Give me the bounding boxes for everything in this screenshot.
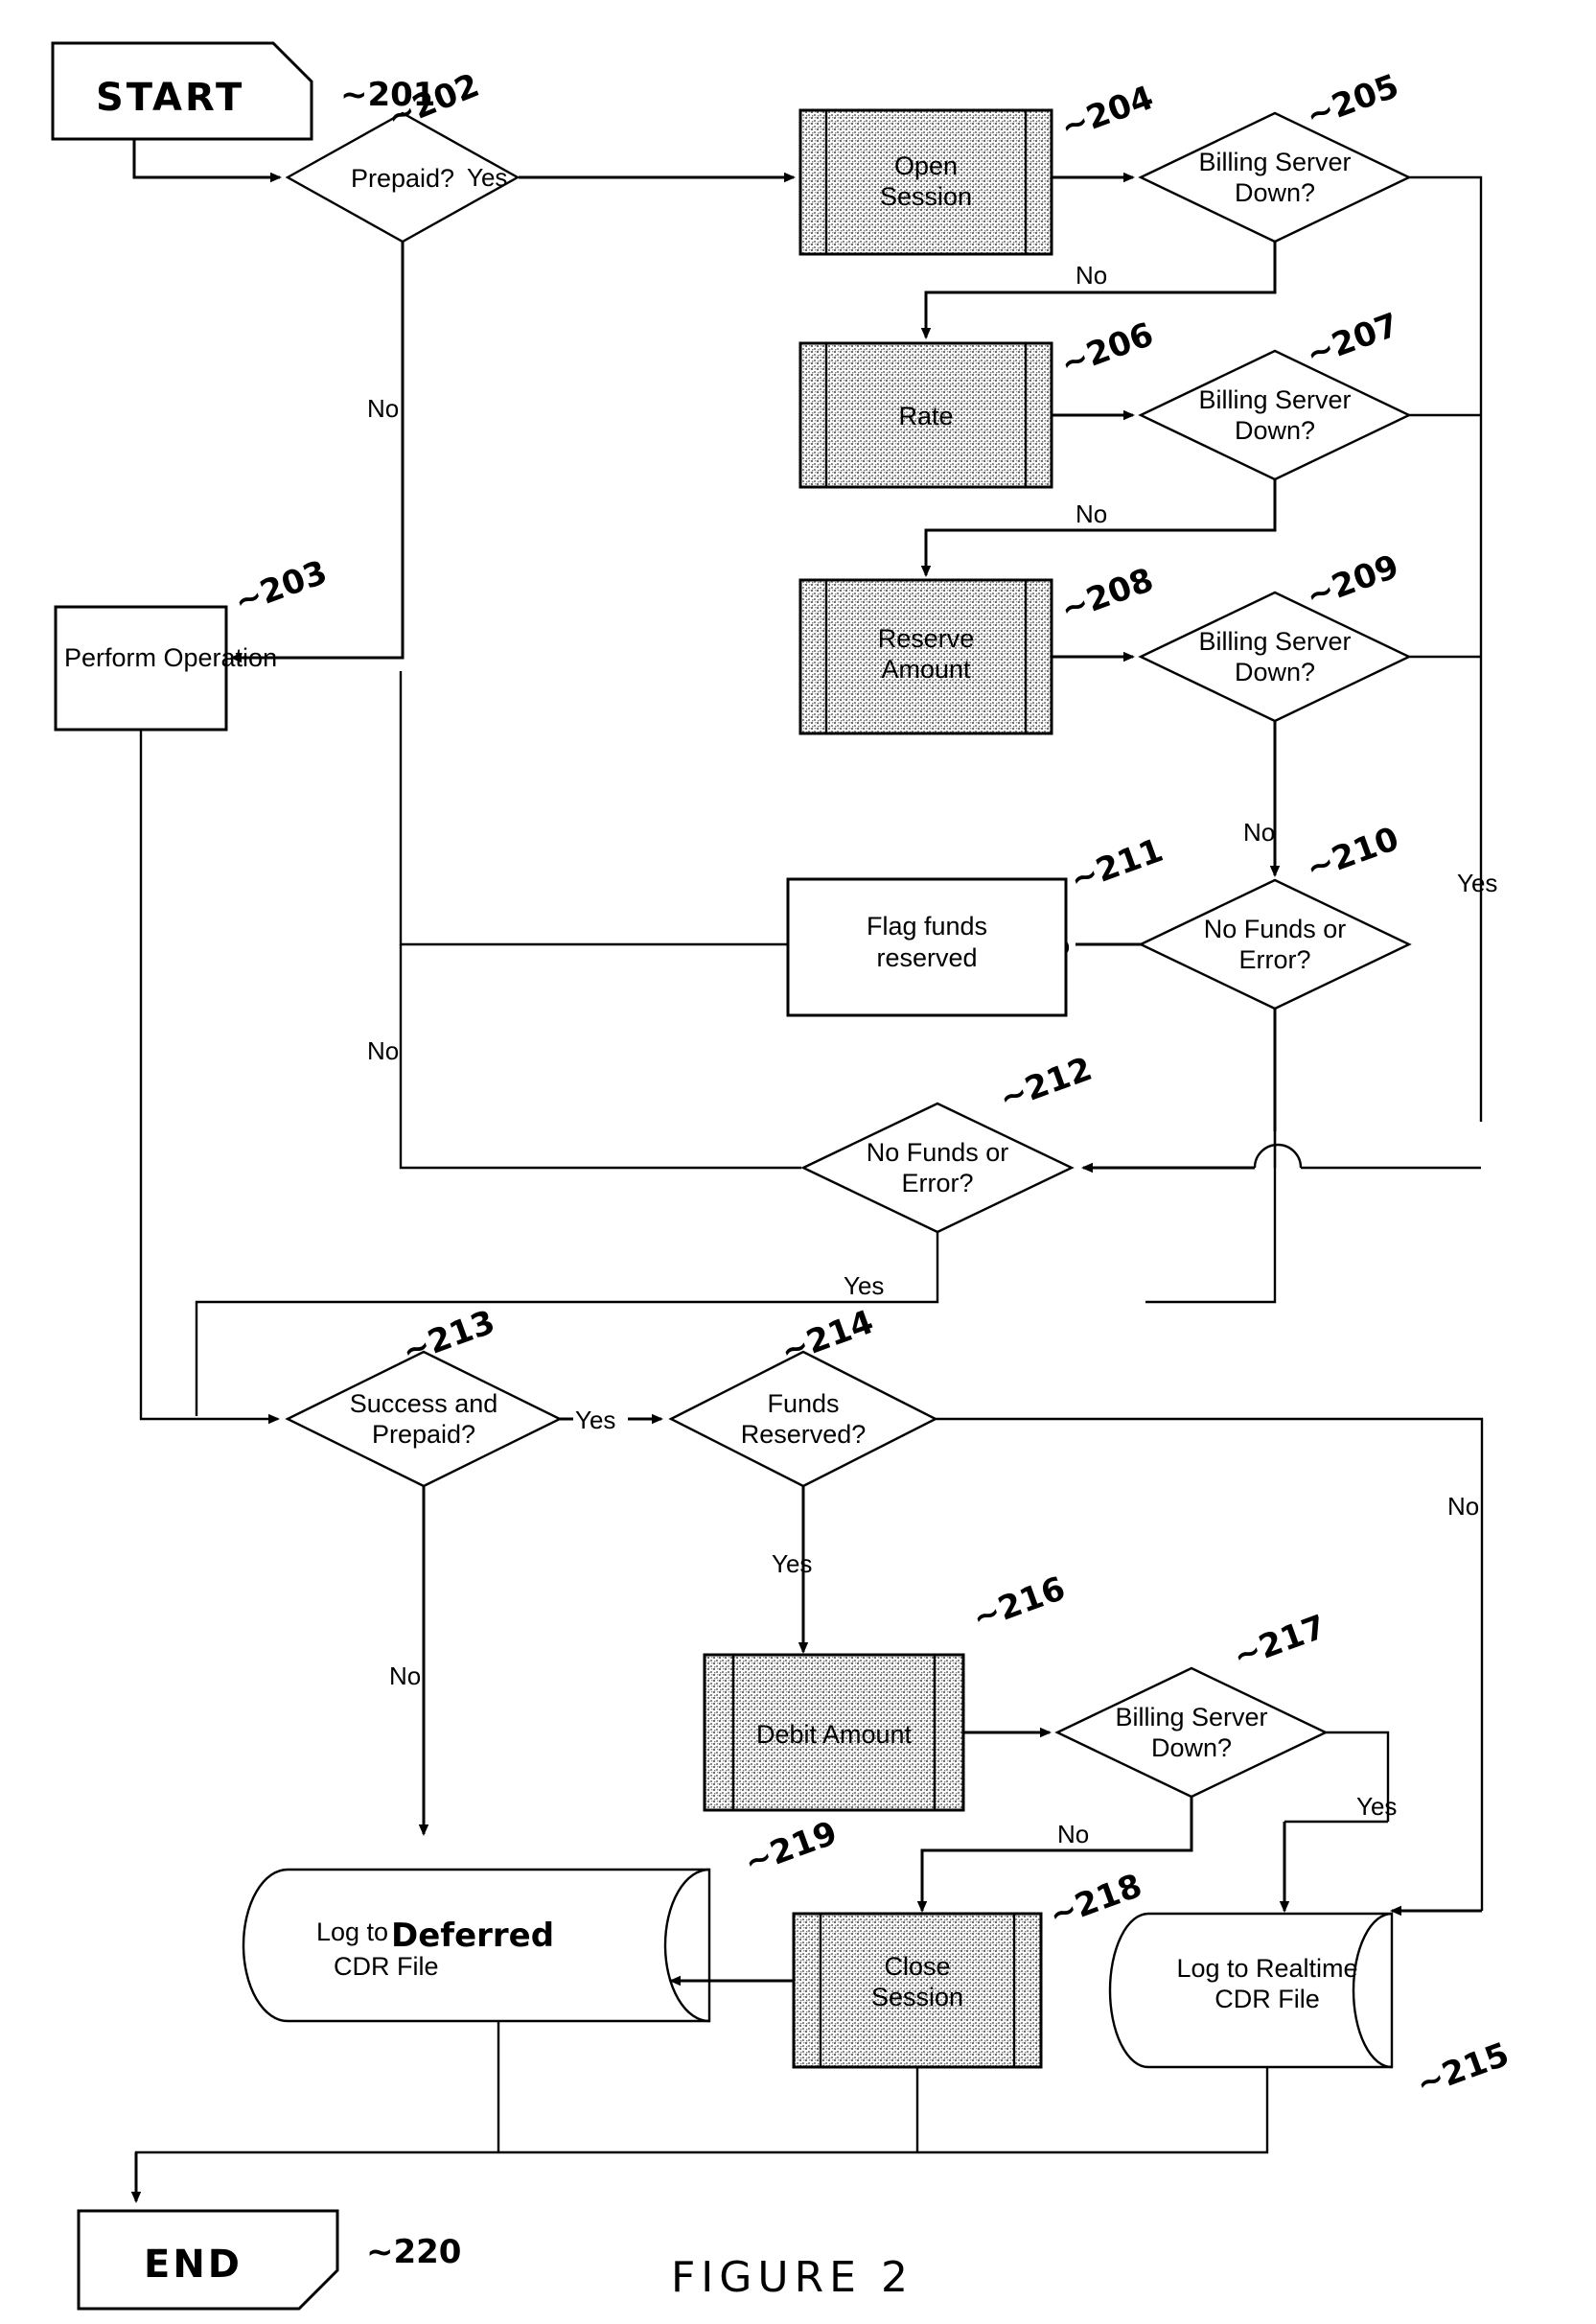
deferred-label-1: Log to [316, 1917, 388, 1946]
edge-label-nfe212-yes: Yes [844, 1271, 884, 1300]
edge-label-bsd207-no: No [1076, 500, 1107, 528]
bsd217-label-2: Down? [1151, 1733, 1232, 1762]
edge-label-fr214-yes: Yes [772, 1549, 812, 1578]
bsd217-label-1: Billing Server [1115, 1703, 1267, 1731]
edge-label-nfe210-no-down: No [367, 1036, 399, 1065]
reserve-amount-label-1: Reserve [878, 624, 975, 653]
node-reserve-amount: Reserve Amount [798, 578, 1053, 735]
prepaid-label: Prepaid? [351, 164, 454, 193]
sap213-label-2: Prepaid? [372, 1420, 475, 1449]
bsd207-label-1: Billing Server [1198, 385, 1351, 414]
rate-label-1: Rate [898, 402, 953, 430]
node-end: END [77, 2209, 339, 2311]
edge-label-bsd205-no: No [1076, 261, 1107, 290]
edge-label-prepaid-no: No [367, 394, 399, 423]
bsd209-label-1: Billing Server [1198, 627, 1351, 656]
open-session-label-1: Open [894, 151, 958, 180]
figure-caption: FIGURE 2 [671, 2253, 914, 2302]
realtime-label-2: CDR File [1214, 1985, 1320, 2013]
flag-funds-label-1: Flag funds [867, 912, 987, 941]
edge-label-fr214-no: No [1447, 1492, 1479, 1521]
edge-label-bsd217-yes: Yes [1356, 1792, 1397, 1821]
close-session-label-2: Session [871, 1983, 963, 2011]
fr214-label-1: Funds [767, 1389, 839, 1418]
edge-label-bsd205-yes: Yes [1457, 869, 1497, 897]
perform-operation-label: Perform Operation [64, 643, 277, 672]
bsd209-label-2: Down? [1235, 658, 1315, 686]
deferred-label-2: CDR File [334, 1952, 439, 1981]
nfe212-label-1: No Funds or [867, 1138, 1009, 1167]
bsd205-label-2: Down? [1235, 178, 1315, 207]
realtime-label-1: Log to Realtime [1176, 1954, 1357, 1983]
ref-220: ~220 [366, 2233, 461, 2271]
flowchart-canvas: START ~201 Prepaid? ~202 Yes No Perform … [0, 0, 1596, 2324]
close-session-label-1: Close [884, 1952, 950, 1981]
edge-label-bsd217-no: No [1057, 1820, 1089, 1848]
bsd207-label-2: Down? [1235, 416, 1315, 445]
end-label: END [144, 2243, 243, 2287]
edge-label-sap213-yes: Yes [575, 1406, 615, 1434]
node-flag-funds-reserved: Flag funds reserved [786, 877, 1068, 1017]
node-start: START [51, 41, 313, 141]
debit-amount-label-1: Debit Amount [756, 1720, 913, 1749]
edge-label-sap213-no: No [389, 1662, 421, 1690]
bsd205-label-1: Billing Server [1198, 148, 1351, 176]
node-rate: Rate [798, 341, 1053, 489]
reserve-amount-label-2: Amount [881, 655, 971, 684]
sap213-label-1: Success and [350, 1389, 498, 1418]
node-debit-amount: Debit Amount [703, 1653, 965, 1812]
nfe210-label-1: No Funds or [1204, 915, 1347, 943]
flag-funds-label-2: reserved [876, 943, 977, 972]
patent-figure-sheet: START ~201 Prepaid? ~202 Yes No Perform … [0, 0, 1596, 2324]
nfe210-label-2: Error? [1238, 945, 1310, 974]
start-label: START [96, 76, 244, 120]
fr214-label-2: Reserved? [741, 1420, 867, 1449]
edge-label-bsd209-no: No [1243, 818, 1275, 847]
edge-label-prepaid-yes: Yes [467, 163, 507, 192]
nfe212-label-2: Error? [901, 1169, 973, 1197]
deferred-label-emph: Deferred [391, 1917, 554, 1955]
node-open-session: Open Session [798, 108, 1053, 256]
node-close-session: Close Session [792, 1912, 1043, 2069]
open-session-label-2: Session [880, 182, 972, 211]
